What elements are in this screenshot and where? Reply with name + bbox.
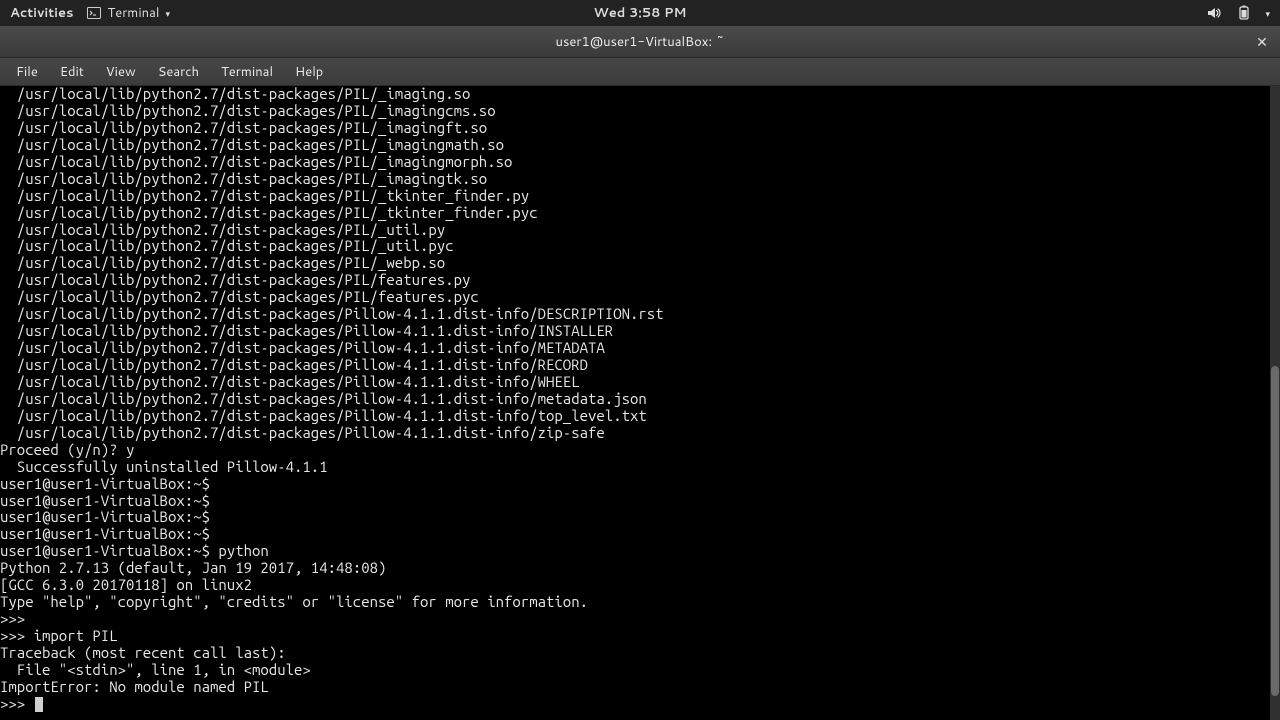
- scrollbar-thumb[interactable]: [1271, 366, 1279, 696]
- active-app-name: Terminal: [108, 4, 160, 22]
- window-title: user1@user1-VirtualBox: ~: [555, 33, 724, 51]
- battery-icon[interactable]: [1235, 4, 1253, 22]
- terminal-icon: [86, 5, 102, 21]
- terminal-window: user1@user1-VirtualBox: ~ ✕ File Edit Vi…: [0, 26, 1280, 720]
- activities-button[interactable]: Activities: [10, 4, 74, 22]
- menu-view[interactable]: View: [96, 61, 146, 83]
- menu-terminal[interactable]: Terminal: [211, 61, 283, 83]
- terminal-cursor: [35, 697, 43, 712]
- gnome-topbar: Activities Terminal ▾ Wed 3:58 PM ▾: [0, 0, 1280, 26]
- window-titlebar[interactable]: user1@user1-VirtualBox: ~ ✕: [0, 26, 1280, 58]
- menu-file[interactable]: File: [6, 61, 48, 83]
- terminal-output: /usr/local/lib/python2.7/dist-packages/P…: [0, 86, 1280, 713]
- menu-edit[interactable]: Edit: [50, 61, 94, 83]
- close-button[interactable]: ✕: [1252, 32, 1272, 52]
- scrollbar[interactable]: [1270, 86, 1280, 720]
- menubar: File Edit View Search Terminal Help: [0, 58, 1280, 86]
- close-icon: ✕: [1256, 32, 1268, 52]
- menu-help[interactable]: Help: [285, 61, 333, 83]
- active-app-indicator[interactable]: Terminal ▾: [86, 4, 170, 22]
- system-tray: ▾: [1205, 4, 1270, 22]
- terminal-viewport[interactable]: /usr/local/lib/python2.7/dist-packages/P…: [0, 86, 1280, 720]
- system-menu-chevron-icon[interactable]: ▾: [1265, 7, 1270, 20]
- clock[interactable]: Wed 3:58 PM: [593, 4, 686, 22]
- menu-search[interactable]: Search: [148, 61, 209, 83]
- chevron-down-icon: ▾: [165, 7, 170, 20]
- volume-icon[interactable]: [1205, 4, 1223, 22]
